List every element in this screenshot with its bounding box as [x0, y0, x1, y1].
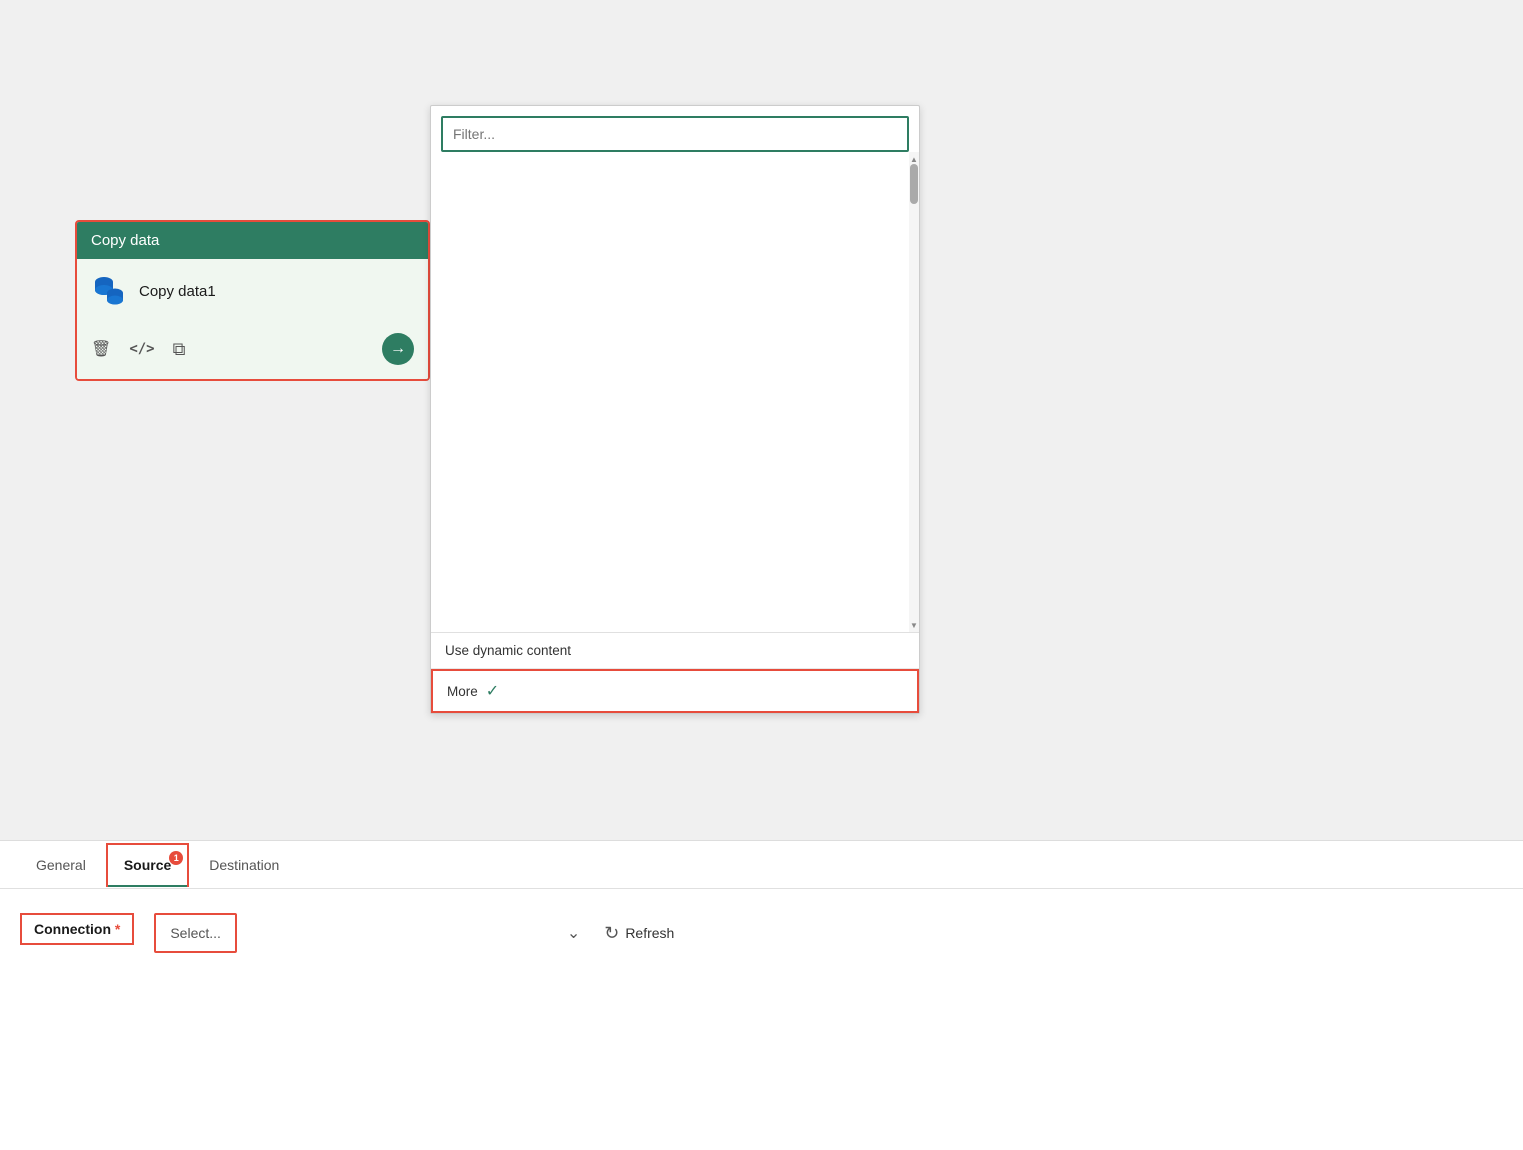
scrollbar-thumb	[910, 164, 918, 204]
database-icon	[91, 273, 127, 309]
checkmark-arrow-icon: ✓	[486, 681, 499, 701]
copy-data-name: Copy data1	[139, 283, 216, 300]
required-indicator: *	[115, 921, 120, 937]
main-canvas: Copy data Copy data1 🗑 </> ⧉	[0, 0, 1523, 1150]
dynamic-content-option[interactable]: Use dynamic content	[431, 633, 919, 669]
source-tab-badge: 1	[169, 851, 183, 865]
scrollbar-arrow-down: ▼	[909, 618, 919, 632]
delete-icon[interactable]: 🗑	[91, 339, 111, 359]
tab-content-area: Connection * Select... ↻ Refresh	[0, 889, 1523, 977]
scrollbar: ▲ ▼	[909, 152, 919, 632]
select-wrapper: Select...	[154, 913, 592, 953]
tabs-row: General Source 1 Destination	[0, 841, 1523, 889]
more-option[interactable]: More ✓	[431, 669, 919, 713]
connection-select[interactable]: Select...	[154, 913, 237, 953]
copy-data-item: Copy data1	[91, 273, 414, 309]
filter-input[interactable]	[441, 116, 909, 152]
refresh-icon: ↻	[604, 923, 619, 944]
code-icon[interactable]: </>	[129, 341, 154, 357]
tab-source[interactable]: Source 1	[106, 843, 189, 887]
connection-select-container: Select... ↻ Refresh	[154, 913, 674, 953]
connection-label: Connection *	[20, 913, 134, 945]
dropdown-list-area[interactable]: ▲ ▼	[431, 152, 919, 632]
arrow-right-icon: →	[390, 340, 406, 358]
copy-icon[interactable]: ⧉	[173, 339, 186, 360]
tab-destination[interactable]: Destination	[193, 845, 295, 885]
bottom-area: General Source 1 Destination Connection …	[0, 840, 1523, 1150]
action-icons: 🗑 </> ⧉	[91, 339, 185, 360]
dropdown-panel: ▲ ▼ Use dynamic content More ✓	[430, 105, 920, 714]
filter-input-container	[431, 106, 919, 152]
navigate-button[interactable]: →	[382, 333, 414, 365]
copy-data-card: Copy data Copy data1 🗑 </> ⧉	[75, 220, 430, 381]
tab-general[interactable]: General	[20, 845, 102, 885]
refresh-button[interactable]: ↻ Refresh	[604, 923, 674, 944]
copy-data-actions: 🗑 </> ⧉ →	[91, 329, 414, 365]
copy-data-card-header: Copy data	[77, 222, 428, 259]
copy-data-card-body: Copy data1 🗑 </> ⧉ →	[77, 259, 428, 379]
